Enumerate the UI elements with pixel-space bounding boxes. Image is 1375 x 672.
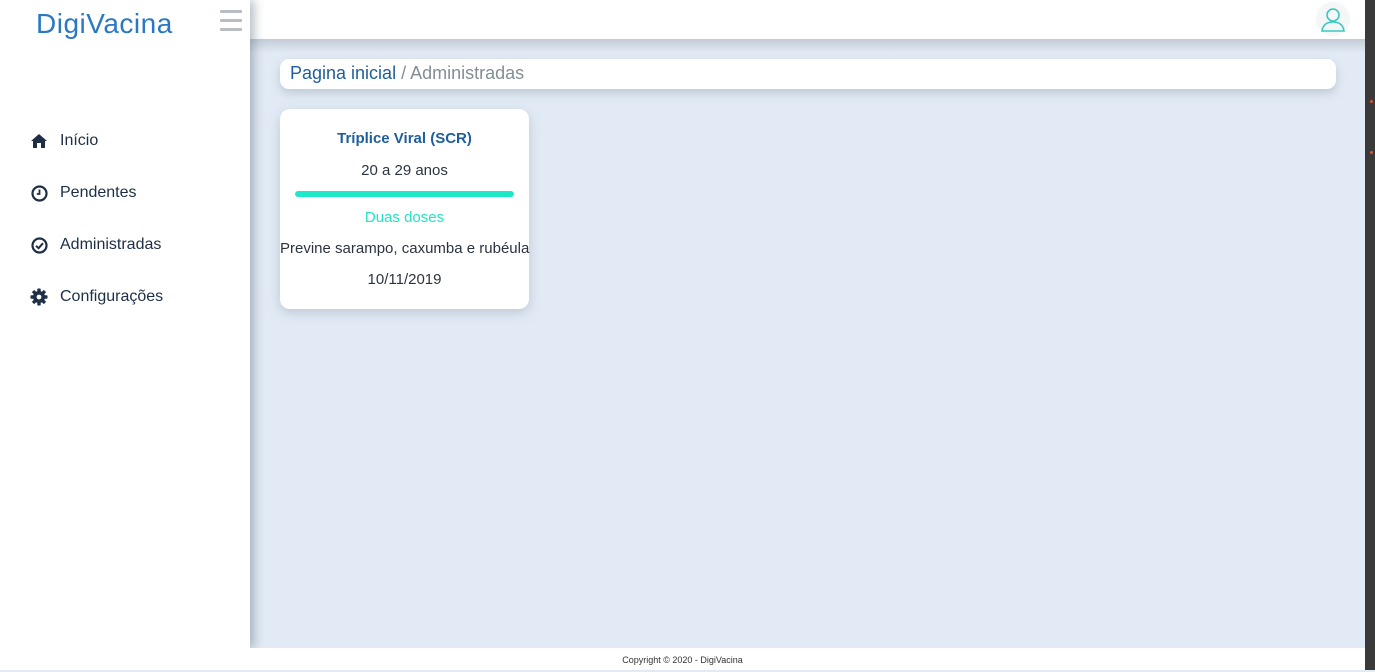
top-bar-shadow xyxy=(250,39,1365,53)
sidebar-item-label: Pendentes xyxy=(60,184,137,201)
footer: Copyright © 2020 - DigiVacina xyxy=(0,648,1365,670)
app-logo[interactable]: DigiVacina xyxy=(36,8,173,40)
sidebar-item-label: Configurações xyxy=(60,288,164,305)
sidebar-item-label: Início xyxy=(60,132,99,149)
breadcrumb-current: Administradas xyxy=(410,63,525,83)
vaccine-name: Tríplice Viral (SCR) xyxy=(337,130,472,147)
vaccine-progress-fill xyxy=(295,191,514,197)
clock-icon xyxy=(30,184,48,202)
hamburger-line xyxy=(220,28,242,31)
scrollbar-marker xyxy=(1370,151,1373,154)
home-icon xyxy=(30,132,48,150)
hamburger-line xyxy=(220,10,242,13)
gear-icon xyxy=(30,288,48,306)
hamburger-menu-button[interactable] xyxy=(220,10,242,34)
vaccine-description: Previne sarampo, caxumba e rubéula xyxy=(280,240,530,257)
vaccine-age-range: 20 a 29 anos xyxy=(361,162,448,179)
vaccine-card[interactable]: Tríplice Viral (SCR) 20 a 29 anos Duas d… xyxy=(280,109,529,309)
footer-copyright: Copyright © 2020 - DigiVacina xyxy=(622,655,743,665)
user-icon xyxy=(1321,8,1345,32)
hamburger-line xyxy=(220,19,242,22)
sidebar-item-inicio[interactable]: Início xyxy=(30,129,98,153)
sidebar-item-label: Administradas xyxy=(60,236,162,253)
breadcrumb-home-link[interactable]: Pagina inicial xyxy=(290,63,396,83)
breadcrumb: Pagina inicial / Administradas xyxy=(280,59,1336,89)
sidebar-item-pendentes[interactable]: Pendentes xyxy=(30,181,137,205)
top-bar xyxy=(250,0,1365,39)
sidebar-item-configuracoes[interactable]: Configurações xyxy=(30,285,163,309)
sidebar-item-administradas[interactable]: Administradas xyxy=(30,233,161,257)
vaccine-doses: Duas doses xyxy=(364,209,445,226)
vaccine-date: 10/11/2019 xyxy=(367,271,442,288)
breadcrumb-separator: / xyxy=(401,63,407,83)
scrollbar-marker xyxy=(1370,100,1373,103)
sidebar: DigiVacina Início Pendentes Administrada… xyxy=(0,0,250,648)
check-circle-icon xyxy=(30,236,48,254)
user-profile-button[interactable] xyxy=(1316,2,1350,36)
vaccine-progress-bar xyxy=(295,191,514,197)
main-content: Pagina inicial / Administradas Tríplice … xyxy=(250,0,1365,648)
